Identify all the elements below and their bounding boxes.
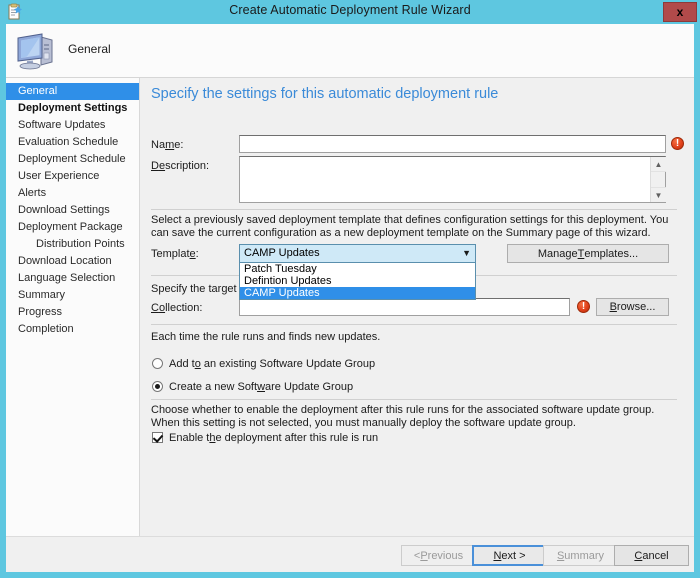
template-option-patch-tuesday[interactable]: Patch Tuesday bbox=[240, 263, 475, 275]
radio-icon-selected bbox=[152, 381, 163, 392]
sidebar-item-general[interactable]: General bbox=[6, 83, 139, 100]
name-label: Name: bbox=[151, 139, 184, 151]
header-title: General bbox=[68, 42, 111, 56]
rule-runs-text: Each time the rule runs and finds new up… bbox=[151, 331, 381, 343]
template-option-defintion-updates[interactable]: Defintion Updates bbox=[240, 275, 475, 287]
wizard-body: General Deployment Settings Software Upd… bbox=[6, 78, 694, 536]
wizard-footer: < Previous Next > Summary Cancel bbox=[6, 536, 694, 572]
scroll-up-icon[interactable]: ▲ bbox=[651, 157, 666, 172]
cancel-button[interactable]: Cancel bbox=[614, 545, 689, 566]
scroll-down-icon[interactable]: ▼ bbox=[651, 187, 666, 202]
template-option-camp-updates[interactable]: CAMP Updates bbox=[240, 287, 475, 299]
sidebar-item-evaluation-schedule[interactable]: Evaluation Schedule bbox=[6, 134, 139, 151]
sidebar-item-language-selection[interactable]: Language Selection bbox=[6, 270, 139, 287]
chevron-down-icon: ▼ bbox=[462, 248, 471, 258]
name-error-icon bbox=[671, 137, 684, 150]
template-label: Template: bbox=[151, 248, 199, 260]
wizard-window: Create Automatic Deployment Rule Wizard … bbox=[0, 0, 700, 578]
divider-3 bbox=[151, 324, 677, 325]
sidebar-item-download-settings[interactable]: Download Settings bbox=[6, 202, 139, 219]
sidebar-item-completion[interactable]: Completion bbox=[6, 321, 139, 338]
close-button[interactable]: x bbox=[663, 2, 697, 22]
browse-button[interactable]: Browse... bbox=[596, 298, 669, 316]
name-input[interactable] bbox=[239, 135, 666, 153]
sidebar-item-download-location[interactable]: Download Location bbox=[6, 253, 139, 270]
sidebar-item-user-experience[interactable]: User Experience bbox=[6, 168, 139, 185]
manage-templates-button[interactable]: Manage Templates... bbox=[507, 244, 669, 263]
sidebar-item-summary[interactable]: Summary bbox=[6, 287, 139, 304]
template-selected-value: CAMP Updates bbox=[244, 247, 320, 259]
divider-4 bbox=[151, 399, 677, 400]
sidebar-item-software-updates[interactable]: Software Updates bbox=[6, 117, 139, 134]
wizard-step-sidebar: General Deployment Settings Software Upd… bbox=[6, 78, 140, 536]
title-bar: Create Automatic Deployment Rule Wizard … bbox=[0, 0, 700, 24]
sidebar-item-alerts[interactable]: Alerts bbox=[6, 185, 139, 202]
template-info-text: Select a previously saved deployment tem… bbox=[151, 214, 669, 239]
next-button[interactable]: Next > bbox=[472, 545, 547, 566]
sidebar-item-deployment-package[interactable]: Deployment Package bbox=[6, 219, 139, 236]
sidebar-item-distribution-points[interactable]: Distribution Points bbox=[6, 236, 139, 253]
page-header: General bbox=[6, 24, 694, 78]
previous-button[interactable]: < Previous bbox=[401, 545, 476, 566]
sidebar-item-deployment-schedule[interactable]: Deployment Schedule bbox=[6, 151, 139, 168]
computer-icon bbox=[14, 30, 58, 72]
divider-1 bbox=[151, 209, 677, 210]
page-title: Specify the settings for this automatic … bbox=[151, 86, 499, 102]
radio-add-existing-group[interactable]: Add to an existing Software Update Group bbox=[152, 358, 375, 370]
sidebar-item-deployment-settings[interactable]: Deployment Settings bbox=[6, 100, 139, 117]
collection-input[interactable] bbox=[239, 298, 570, 316]
radio-create-new-group[interactable]: Create a new Software Update Group bbox=[152, 381, 353, 393]
template-dropdown-list[interactable]: Patch Tuesday Defintion Updates CAMP Upd… bbox=[239, 263, 476, 300]
radio-icon-unselected bbox=[152, 358, 163, 369]
collection-error-icon bbox=[577, 300, 590, 313]
summary-button[interactable]: Summary bbox=[543, 545, 618, 566]
checkbox-icon-checked bbox=[152, 432, 163, 443]
description-input[interactable]: ▲ ▼ bbox=[239, 156, 666, 203]
description-scrollbar[interactable]: ▲ ▼ bbox=[650, 157, 666, 202]
sidebar-item-progress[interactable]: Progress bbox=[6, 304, 139, 321]
enable-deployment-checkbox[interactable]: Enable the deployment after this rule is… bbox=[152, 432, 378, 444]
window-title: Create Automatic Deployment Rule Wizard bbox=[229, 3, 471, 17]
template-combobox[interactable]: CAMP Updates ▼ bbox=[239, 244, 476, 263]
collection-label: Collection: bbox=[151, 302, 203, 314]
wizard-content: Specify the settings for this automatic … bbox=[140, 78, 694, 536]
enable-info-text: Choose whether to enable the deployment … bbox=[151, 404, 655, 429]
description-label: Description: bbox=[151, 160, 210, 172]
